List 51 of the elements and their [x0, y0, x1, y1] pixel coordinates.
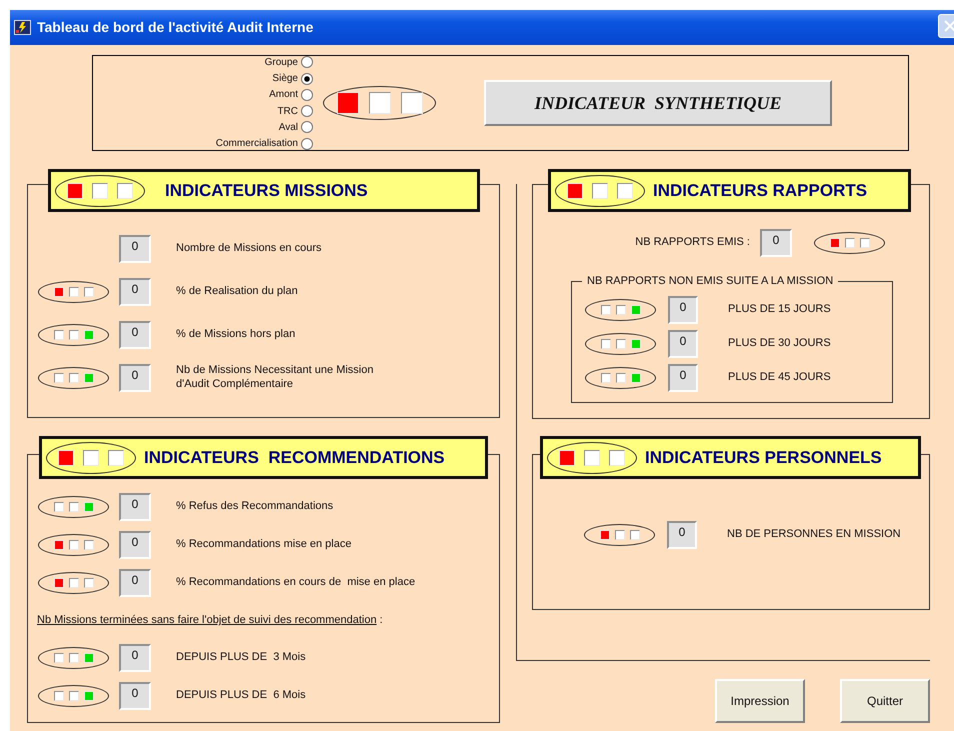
indicator-label: PLUS DE 15 JOURS	[728, 303, 831, 317]
synthesis-button[interactable]: INDICATEUR SYNTHETIQUE	[484, 80, 832, 126]
indicator-label: Nb de Missions Necessitant une Mission d'Audit Complémentaire	[176, 364, 374, 392]
radio-label: Aval	[278, 120, 298, 135]
value-field: 0	[119, 682, 151, 710]
radio-label: Siège	[272, 72, 298, 86]
radio-button[interactable]	[301, 138, 313, 150]
indicator-label: % de Realisation du plan	[176, 284, 298, 298]
value-field: 0	[760, 228, 792, 256]
indicator-label: % Refus des Recommandations	[176, 500, 334, 514]
close-icon	[944, 20, 954, 32]
radio-label: Amont	[269, 88, 298, 102]
dialog-button[interactable]: Impression	[715, 679, 805, 723]
indicator-label: NB DE PERSONNES EN MISSION	[727, 528, 901, 542]
value-field: 0	[668, 364, 698, 392]
section-title: INDICATEURS RECOMMENDATIONS	[144, 446, 445, 469]
indicator-label: PLUS DE 30 JOURS	[728, 337, 831, 351]
value-field: 0	[668, 330, 698, 358]
app-icon	[14, 20, 31, 35]
indicator-label: Nombre de Missions en cours	[176, 242, 322, 256]
radio-label: Commercialisation	[216, 137, 298, 152]
value-field: 0	[119, 234, 151, 262]
value-field: 0	[119, 531, 151, 559]
radio-label: Groupe	[264, 56, 298, 70]
section-title: INDICATEURS RAPPORTS	[653, 180, 868, 202]
value-field: 0	[119, 569, 151, 597]
value-field: 0	[667, 521, 697, 549]
value-field: 0	[668, 296, 698, 324]
indicator-label: NB RAPPORTS EMIS :	[635, 235, 750, 250]
indicator-label: % Recommandations en cours de mise en place	[176, 576, 416, 590]
indicator-label: DEPUIS PLUS DE 6 Mois	[176, 689, 306, 703]
indicator-label: PLUS DE 45 JOURS	[728, 371, 831, 385]
indicator-label: % de Missions hors plan	[176, 328, 296, 342]
value-field: 0	[119, 278, 151, 306]
radio-button[interactable]	[301, 88, 313, 101]
value-field: 0	[119, 644, 151, 672]
indicator-label: DEPUIS PLUS DE 3 Mois	[176, 651, 306, 665]
radio-button[interactable]	[301, 72, 313, 85]
value-field: 0	[119, 364, 151, 392]
section-title: INDICATEURS PERSONNELS	[645, 446, 882, 469]
radio-button[interactable]	[301, 105, 313, 118]
radio-button[interactable]	[301, 121, 313, 134]
window-title: Tableau de bord de l'activité Audit Interne	[37, 18, 314, 37]
section-title: INDICATEURS MISSIONS	[165, 180, 368, 202]
value-field: 0	[119, 320, 151, 348]
indicator-label: % Recommandations mise en place	[176, 538, 352, 552]
dialog-button[interactable]: Quitter	[840, 679, 930, 723]
radio-label: TRC	[277, 104, 298, 119]
value-field: 0	[119, 493, 151, 521]
note-text: Nb Missions terminées sans faire l'objet de suivi des recommendation :	[37, 613, 383, 628]
radio-button[interactable]	[301, 56, 313, 68]
